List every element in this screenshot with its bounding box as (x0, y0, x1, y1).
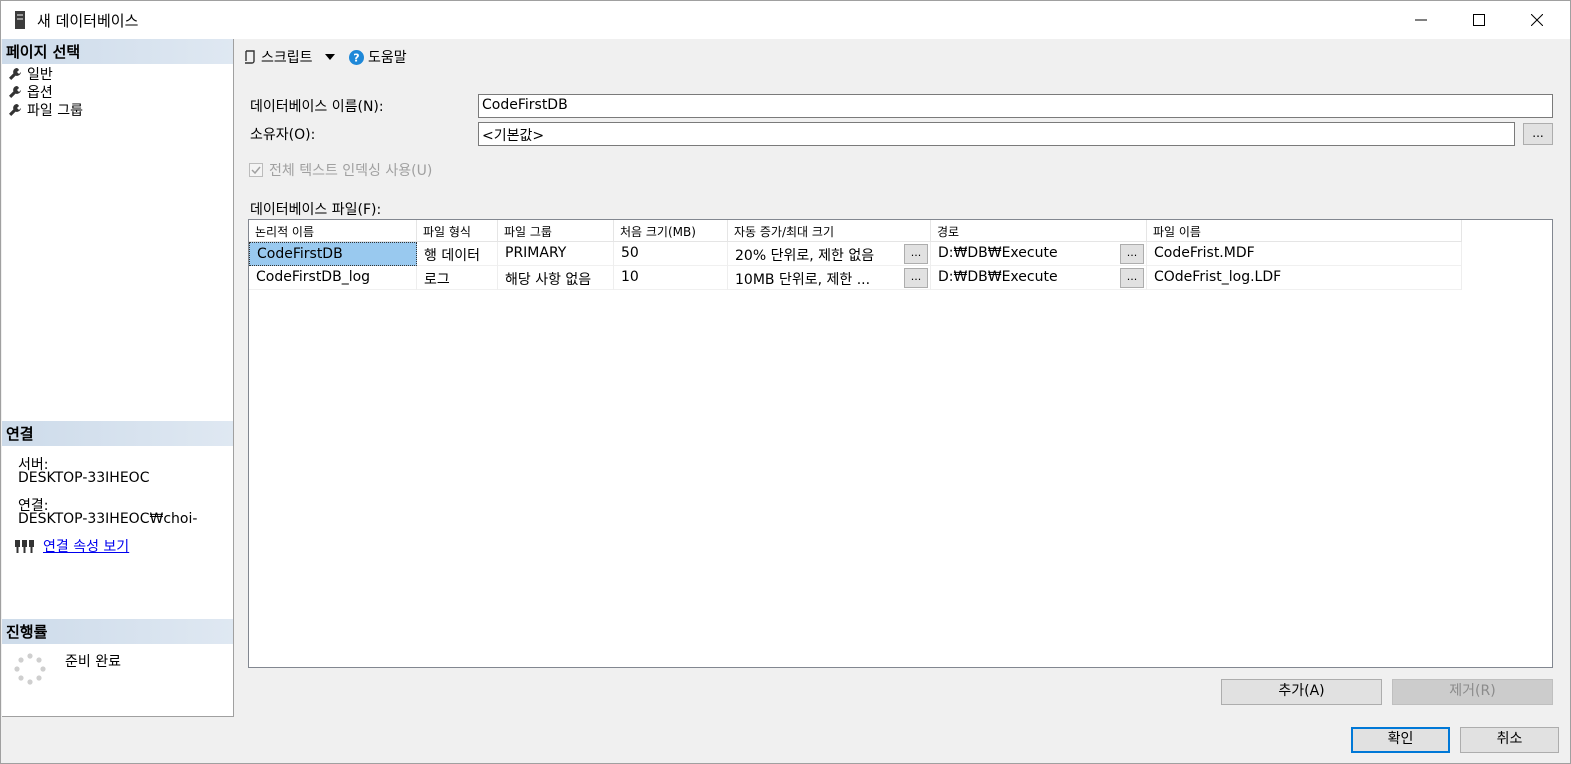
close-icon (1531, 14, 1543, 26)
file-group-cell[interactable]: 해당 사항 없음 (498, 266, 614, 290)
add-button[interactable]: 추가(A) (1221, 679, 1382, 705)
script-icon (245, 50, 255, 64)
toolbar: 스크립트 ? 도움말 (235, 39, 1569, 73)
autogrowth-value: 10MB 단위로, 제한 ... (735, 272, 871, 288)
script-button[interactable]: 스크립트 (243, 47, 335, 67)
logical-name-cell[interactable]: CodeFirstDB (249, 242, 417, 266)
path-browse-button[interactable]: ... (1120, 268, 1144, 288)
path-cell[interactable]: D:₩DB₩Execute ... (931, 242, 1147, 266)
ok-button[interactable]: 확인 (1351, 727, 1450, 753)
page-item-filegroups[interactable]: 파일 그룹 (8, 101, 83, 119)
progress-header: 진행률 (2, 619, 233, 644)
chevron-down-icon (324, 54, 335, 60)
page-item-general[interactable]: 일반 (8, 65, 53, 83)
owner-input[interactable]: <기본값> (478, 122, 1515, 146)
path-cell[interactable]: D:₩DB₩Execute ... (931, 266, 1147, 290)
db-files-label: 데이터베이스 파일(F): (250, 202, 382, 218)
initial-size-cell[interactable]: 50 (614, 242, 728, 266)
view-connection-properties-link[interactable]: 연결 속성 보기 (43, 536, 129, 556)
path-value: D:₩DB₩Execute (938, 269, 1058, 285)
logical-name-cell[interactable]: CodeFirstDB_log (249, 266, 417, 290)
file-name-cell[interactable]: COdeFrist_log.LDF (1147, 266, 1462, 290)
progress-status: 준비 완료 (65, 654, 121, 670)
wrench-icon (9, 68, 21, 80)
connection-header: 연결 (2, 421, 233, 446)
help-label: 도움말 (368, 50, 407, 66)
close-button[interactable] (1508, 1, 1566, 39)
initial-size-cell[interactable]: 10 (614, 266, 728, 290)
autogrowth-browse-button[interactable]: ... (904, 244, 928, 264)
window-title: 새 데이터베이스 (37, 12, 139, 30)
title-bar: 새 데이터베이스 (1, 1, 1570, 39)
autogrowth-cell[interactable]: 20% 단위로, 제한 없음 ... (728, 242, 931, 266)
table-row[interactable]: CodeFirstDB_log 로그 해당 사항 없음 10 10MB 단위로,… (249, 266, 1462, 290)
maximize-icon (1473, 14, 1485, 26)
dialog-window: 새 데이터베이스 페이지 선택 일반 옵션 파일 그룹 연결 서버: DESKT… (0, 0, 1571, 764)
autogrowth-cell[interactable]: 10MB 단위로, 제한 ... ... (728, 266, 931, 290)
page-select-header: 페이지 선택 (2, 39, 233, 64)
maximize-button[interactable] (1450, 1, 1508, 39)
fulltext-checkbox[interactable] (249, 163, 263, 177)
connection-properties-icon (15, 540, 34, 553)
svg-text:?: ? (353, 51, 359, 64)
server-value: DESKTOP-33IHEOC (18, 470, 150, 486)
minimize-icon (1415, 19, 1427, 21)
cancel-button[interactable]: 취소 (1460, 727, 1559, 753)
left-pane: 페이지 선택 일반 옵션 파일 그룹 연결 서버: DESKTOP-33IHEO… (2, 39, 234, 717)
column-header[interactable]: 파일 그룹 (498, 220, 614, 242)
db-files-grid[interactable]: 논리적 이름 파일 형식 파일 그룹 처음 크기(MB) 자동 증가/최대 크기… (248, 219, 1553, 668)
page-item-label: 일반 (27, 67, 53, 83)
path-value: D:₩DB₩Execute (938, 245, 1058, 261)
autogrowth-browse-button[interactable]: ... (904, 268, 928, 288)
owner-label: 소유자(O): (250, 127, 316, 143)
column-header[interactable]: 경로 (931, 220, 1147, 242)
page-item-options[interactable]: 옵션 (8, 83, 53, 101)
file-name-cell[interactable]: CodeFrist.MDF (1147, 242, 1462, 266)
wrench-icon (9, 104, 21, 116)
column-header[interactable]: 논리적 이름 (249, 220, 417, 242)
db-name-label: 데이터베이스 이름(N): (250, 99, 384, 115)
owner-browse-button[interactable]: ... (1523, 123, 1553, 145)
page-item-label: 파일 그룹 (27, 103, 83, 119)
help-icon: ? (349, 49, 364, 65)
progress-spinner-icon (14, 653, 46, 685)
table-row[interactable]: CodeFirstDB 행 데이터 PRIMARY 50 20% 단위로, 제한… (249, 242, 1462, 266)
column-header[interactable]: 처음 크기(MB) (614, 220, 728, 242)
file-group-cell[interactable]: PRIMARY (498, 242, 614, 266)
connection-value: DESKTOP-33IHEOC₩choi- (18, 511, 198, 527)
page-item-label: 옵션 (27, 85, 53, 101)
remove-button[interactable]: 제거(R) (1392, 679, 1553, 705)
help-button[interactable]: ? 도움말 (349, 47, 407, 67)
minimize-button[interactable] (1392, 1, 1450, 39)
database-icon (15, 11, 25, 29)
fulltext-label: 전체 텍스트 인덱싱 사용(U) (269, 163, 433, 179)
wrench-icon (9, 86, 21, 98)
autogrowth-value: 20% 단위로, 제한 없음 (735, 248, 875, 264)
column-header[interactable]: 파일 형식 (417, 220, 498, 242)
checkmark-icon (251, 166, 261, 175)
grid-header: 논리적 이름 파일 형식 파일 그룹 처음 크기(MB) 자동 증가/최대 크기… (249, 220, 1462, 242)
db-name-input[interactable]: CodeFirstDB (478, 94, 1553, 118)
column-header[interactable]: 자동 증가/최대 크기 (728, 220, 931, 242)
path-browse-button[interactable]: ... (1120, 244, 1144, 264)
file-type-cell[interactable]: 로그 (417, 266, 498, 290)
script-label: 스크립트 (261, 50, 313, 66)
file-type-cell[interactable]: 행 데이터 (417, 242, 498, 266)
column-header[interactable]: 파일 이름 (1147, 220, 1462, 242)
